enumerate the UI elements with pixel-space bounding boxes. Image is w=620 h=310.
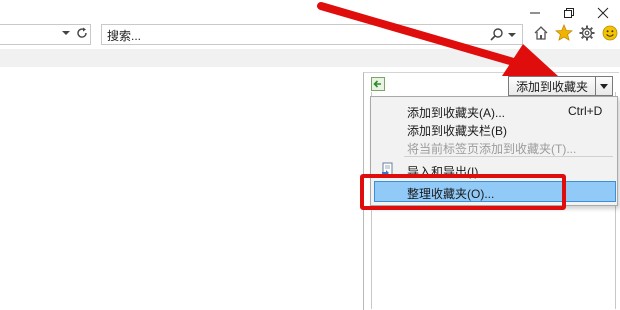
- menu-item-add-tabs: 将当前标签页添加到收藏夹(T)...: [373, 137, 615, 157]
- address-tools: [62, 27, 88, 39]
- home-icon[interactable]: [532, 24, 550, 42]
- annotation-highlight-box: [360, 174, 566, 210]
- menu-item-add-to-bar[interactable]: 添加到收藏夹栏(B): [373, 119, 615, 139]
- search-input[interactable]: 搜索...: [101, 24, 523, 45]
- smiley-icon[interactable]: [601, 24, 619, 42]
- menu-item-shortcut: Ctrl+D: [568, 104, 603, 118]
- search-dropdown-icon[interactable]: [508, 27, 516, 44]
- add-to-favorites-button[interactable]: 添加到收藏夹: [508, 76, 596, 96]
- pin-back-icon[interactable]: [371, 77, 385, 91]
- chevron-down-icon[interactable]: [62, 30, 70, 36]
- restore-icon: [564, 8, 574, 18]
- add-favorites-dropdown-button[interactable]: [595, 76, 613, 96]
- close-icon: [597, 7, 609, 19]
- menu-item-label: 将当前标签页添加到收藏夹(T)...: [407, 142, 577, 156]
- close-button[interactable]: [586, 0, 620, 26]
- refresh-icon[interactable]: [76, 27, 88, 39]
- gear-icon[interactable]: [578, 24, 596, 42]
- command-icons: [532, 24, 619, 42]
- command-band: [0, 49, 620, 67]
- menu-separator: [404, 156, 613, 157]
- minimize-icon: [530, 12, 540, 14]
- restore-button[interactable]: [552, 0, 586, 26]
- window-controls: [518, 0, 620, 26]
- star-icon[interactable]: [555, 24, 573, 42]
- search-placeholder: 搜索...: [107, 29, 142, 43]
- minimize-button[interactable]: [518, 0, 552, 26]
- menu-item-add-favorite[interactable]: 添加到收藏夹(A)... Ctrl+D: [373, 101, 615, 121]
- add-to-favorites-label: 添加到收藏夹: [515, 79, 588, 94]
- triangle-down-icon: [600, 83, 608, 89]
- search-icon[interactable]: [490, 27, 504, 44]
